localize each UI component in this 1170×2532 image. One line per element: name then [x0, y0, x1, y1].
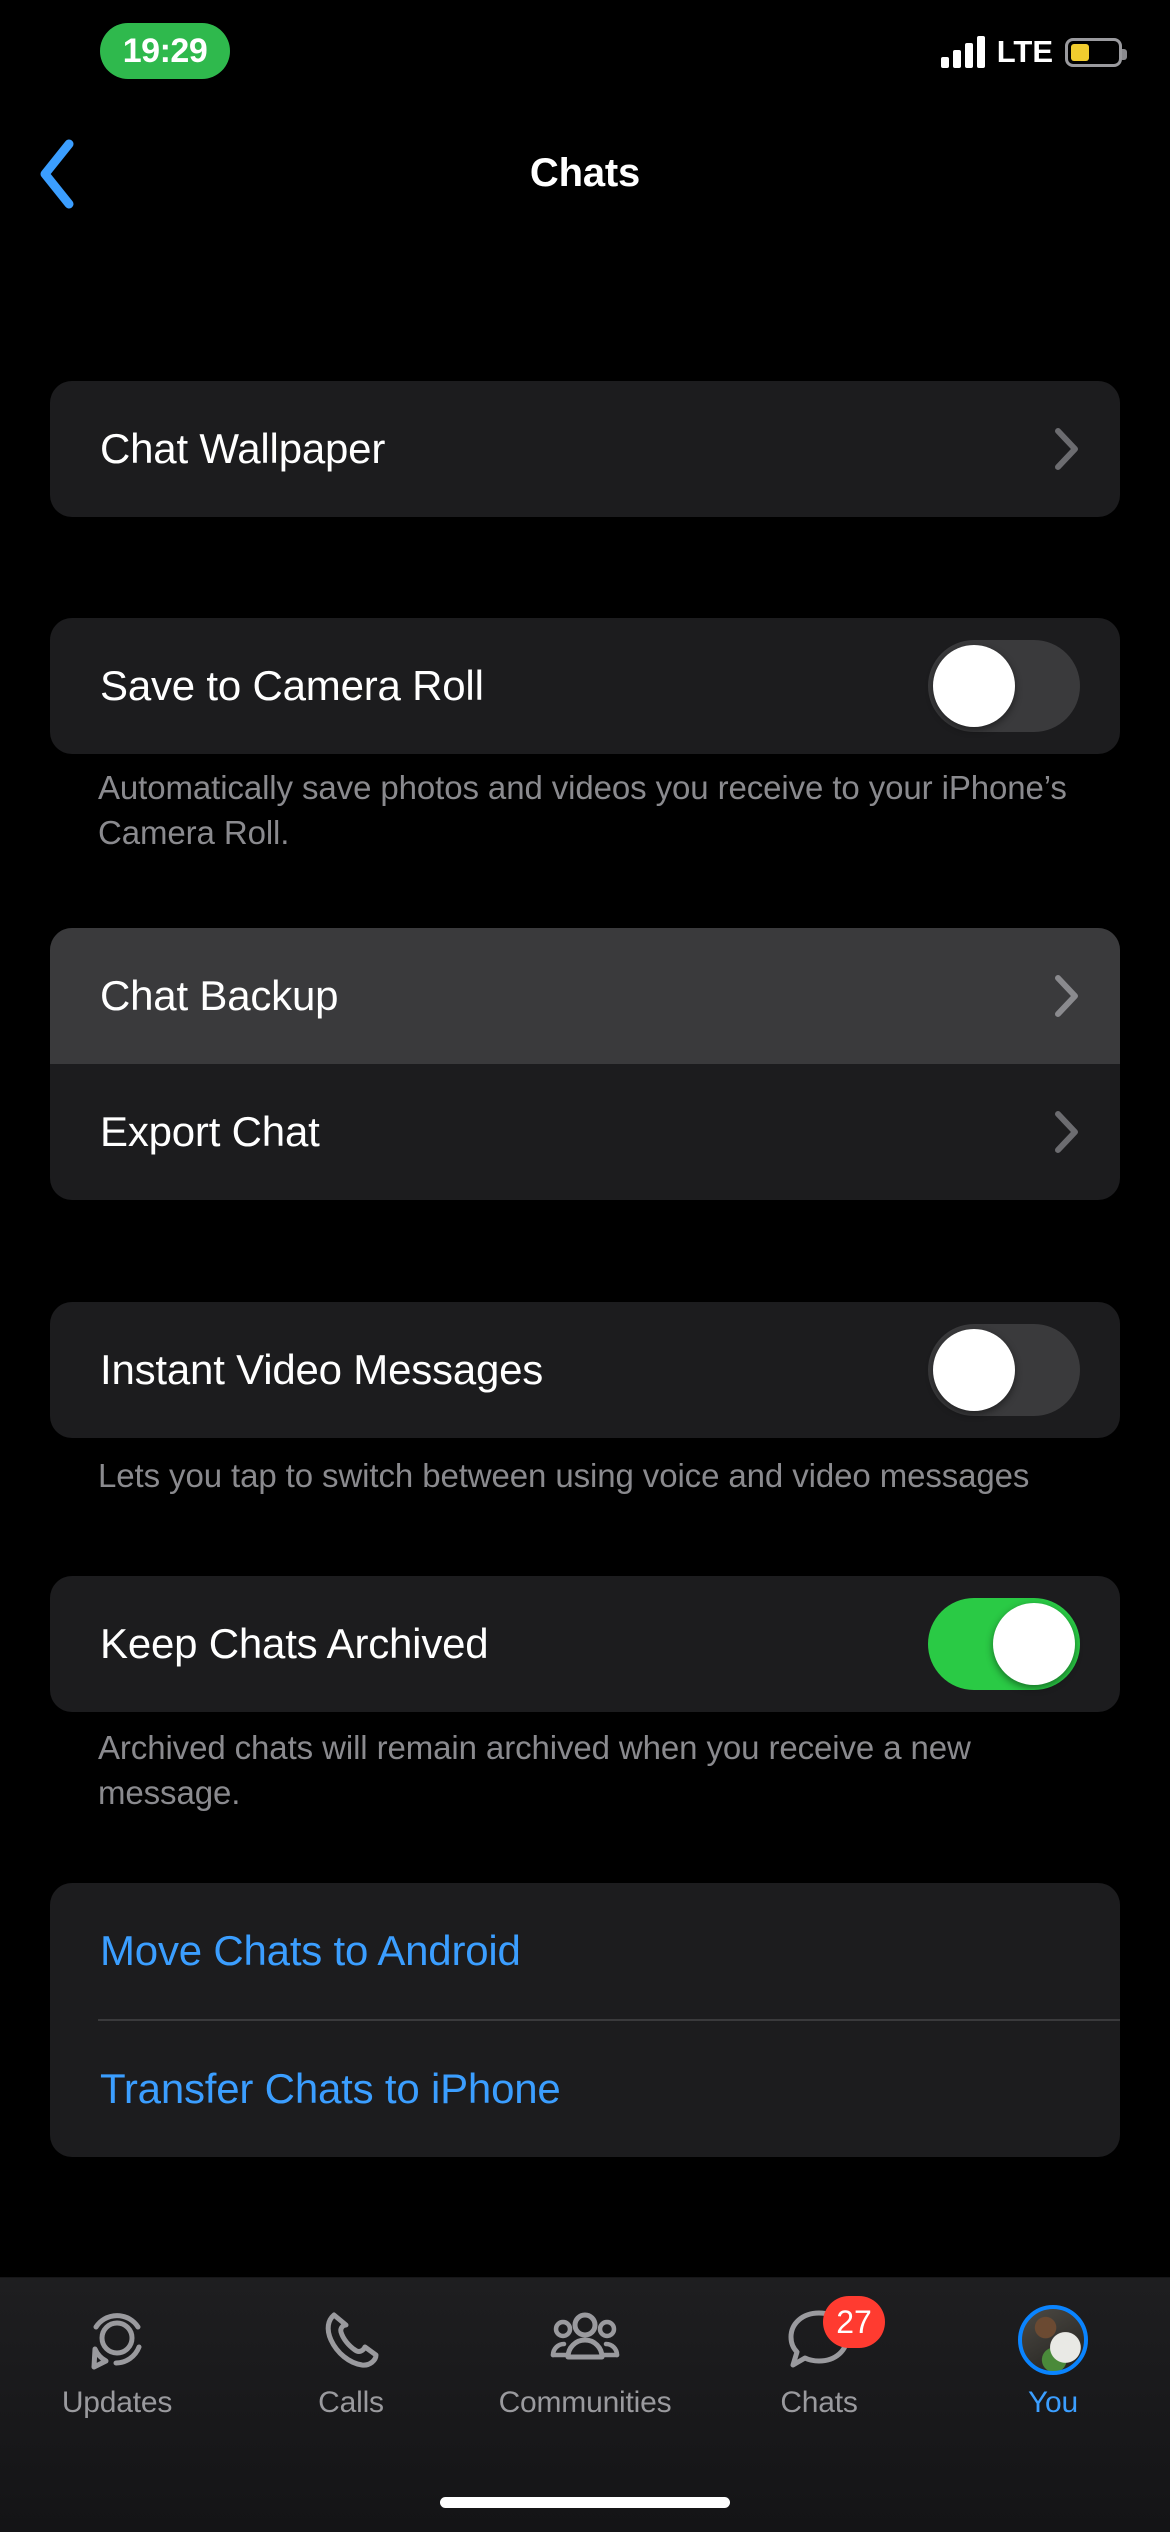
row-chat-wallpaper[interactable]: Chat Wallpaper [50, 381, 1120, 517]
section-backup: Chat Backup Export Chat [50, 928, 1120, 1200]
tab-updates[interactable]: Updates [0, 2278, 234, 2468]
chats-unread-badge: 27 [823, 2296, 885, 2348]
tab-label: Calls [318, 2386, 384, 2419]
battery-low-power-icon [1065, 37, 1127, 67]
section-instant-video: Instant Video Messages [50, 1302, 1120, 1438]
phone-screen: 19:29 LTE Chats Chat Wallpaper Save to C… [0, 0, 1170, 2532]
row-label: Keep Chats Archived [100, 1620, 489, 1667]
row-label: Instant Video Messages [100, 1346, 544, 1393]
tab-label: Communities [498, 2386, 672, 2419]
chat-bubble-icon: 27 [781, 2296, 885, 2376]
tab-label: Chats [780, 2386, 858, 2419]
row-save-to-camera-roll[interactable]: Save to Camera Roll [50, 618, 1120, 754]
row-label: Save to Camera Roll [100, 662, 484, 709]
chevron-right-icon [1055, 428, 1078, 470]
status-bar: 19:29 LTE [0, 0, 1170, 118]
tab-label: Updates [61, 2386, 173, 2419]
carrier-label: LTE [996, 34, 1053, 69]
tab-you[interactable]: You [936, 2278, 1170, 2468]
save-to-camera-roll-toggle[interactable] [928, 640, 1080, 732]
footnote-save-camera-roll: Automatically save photos and videos you… [98, 769, 1067, 851]
tab-communities[interactable]: Communities [468, 2278, 702, 2468]
row-label: Move Chats to Android [100, 1927, 521, 1974]
row-label: Export Chat [100, 1108, 320, 1155]
row-chat-backup[interactable]: Chat Backup [50, 928, 1120, 1064]
updates-icon [79, 2304, 155, 2376]
chevron-right-icon [1055, 975, 1078, 1017]
row-label: Transfer Chats to iPhone [100, 2065, 561, 2112]
signal-bars-icon [940, 36, 985, 68]
home-indicator [440, 2497, 730, 2508]
phone-icon [313, 2304, 389, 2376]
row-label: Chat Backup [100, 972, 339, 1019]
tab-calls[interactable]: Calls [234, 2278, 468, 2468]
instant-video-messages-toggle[interactable] [928, 1324, 1080, 1416]
toggle-knob [993, 1603, 1075, 1685]
tab-label: You [1027, 2386, 1079, 2419]
page-title: Chats [529, 150, 641, 195]
row-transfer-chats-to-iphone[interactable]: Transfer Chats to iPhone [50, 2021, 1120, 2157]
tab-chats[interactable]: 27 Chats [702, 2278, 936, 2468]
section-keep-archived: Keep Chats Archived [50, 1576, 1120, 1712]
section-save-camera-roll: Save to Camera Roll [50, 618, 1120, 754]
row-instant-video-messages[interactable]: Instant Video Messages [50, 1302, 1120, 1438]
toggle-knob [933, 645, 1015, 727]
footnote-keep-archived: Archived chats will remain archived when… [98, 1729, 971, 1811]
settings-list: Chat Wallpaper Save to Camera Roll Autom… [0, 228, 1170, 2277]
avatar-icon [1015, 2304, 1091, 2376]
footnote-instant-video: Lets you tap to switch between using voi… [98, 1457, 1030, 1494]
avatar [1018, 2305, 1088, 2375]
status-bar-right-group: LTE [940, 26, 1127, 78]
row-move-chats-to-android[interactable]: Move Chats to Android [50, 1883, 1120, 2019]
row-label: Chat Wallpaper [100, 425, 386, 472]
section-transfer: Move Chats to Android Transfer Chats to … [50, 1883, 1120, 2157]
toggle-knob [933, 1329, 1015, 1411]
keep-chats-archived-toggle[interactable] [928, 1598, 1080, 1690]
navigation-bar: Chats [0, 118, 1170, 228]
communities-icon [547, 2304, 623, 2376]
section-wallpaper: Chat Wallpaper [50, 381, 1120, 517]
row-keep-chats-archived[interactable]: Keep Chats Archived [50, 1576, 1120, 1712]
time-pill-call-indicator[interactable]: 19:29 [100, 23, 230, 79]
row-export-chat[interactable]: Export Chat [50, 1064, 1120, 1200]
chevron-right-icon [1055, 1111, 1078, 1153]
tab-bar: Updates Calls Communities 27 Chats You [0, 2277, 1170, 2532]
status-time: 19:29 [122, 31, 208, 70]
